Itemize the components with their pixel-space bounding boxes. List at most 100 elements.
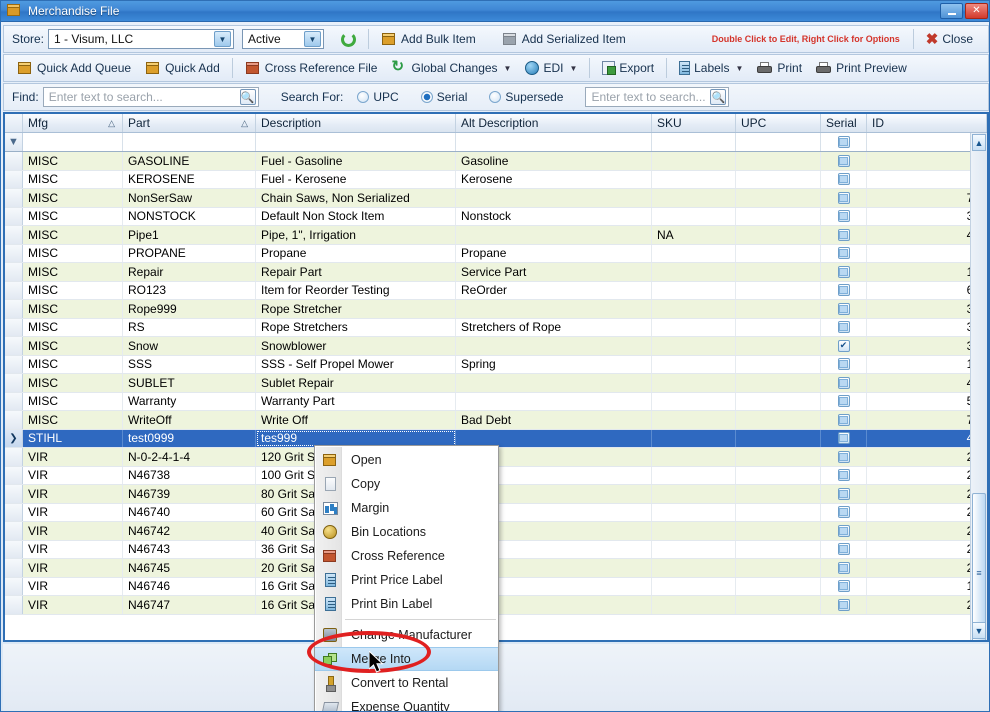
grid-filter-row[interactable]: ▼ (5, 133, 987, 152)
filter-cell-upc[interactable] (736, 133, 821, 151)
menu-item-merge-into[interactable]: Merge Into (315, 647, 498, 671)
serial-checkbox[interactable] (837, 191, 850, 204)
filter-cell-id[interactable] (867, 133, 987, 151)
cross-reference-file-button[interactable]: Cross Reference File (238, 57, 385, 79)
menu-item-print-price-label[interactable]: Print Price Label (315, 568, 498, 592)
chevron-down-icon[interactable]: ▼ (214, 31, 232, 47)
print-button[interactable]: Print (750, 57, 809, 79)
column-header-mfg[interactable]: Mfg △ (23, 114, 123, 132)
serial-checkbox[interactable] (837, 413, 850, 426)
serial-checkbox[interactable] (837, 228, 850, 241)
column-header-desc[interactable]: Description (256, 114, 456, 132)
serial-checkbox[interactable] (837, 487, 850, 500)
serial-checkbox[interactable] (837, 561, 850, 574)
table-row[interactable]: MISCSUBLETSublet Repair 47 (5, 374, 987, 393)
filter-cell-ser[interactable] (821, 133, 867, 151)
table-row[interactable]: MISCSnowSnowblower ✔ 30 (5, 337, 987, 356)
add-serialized-item-button[interactable]: Add Serialized Item (495, 28, 633, 50)
add-bulk-item-button[interactable]: Add Bulk Item (374, 28, 483, 50)
close-window-button[interactable]: ✕ (965, 3, 988, 19)
serial-checkbox[interactable] (837, 210, 850, 223)
global-changes-button[interactable]: Global Changes ▼ (384, 57, 518, 79)
table-row[interactable]: MISC RO123 Item for Reorder Testing ReOrder… (5, 281, 987, 300)
filter-cell-sku[interactable] (652, 133, 736, 151)
grid-vertical-scrollbar[interactable]: ▲ ≡ ▼ (970, 133, 987, 640)
serial-checkbox[interactable] (837, 432, 850, 445)
secondary-search-input[interactable]: Enter text to search... 🔍 (585, 87, 730, 107)
menu-item-expense-quantity[interactable]: Expense Quantity (315, 695, 498, 711)
menu-item-cross-reference[interactable]: Cross Reference (315, 544, 498, 568)
serial-checkbox[interactable] (837, 580, 850, 593)
refresh-button[interactable] (334, 28, 363, 50)
table-row[interactable]: MISC NONSTOCK Default Non Stock Item Nonsto… (5, 207, 987, 226)
table-row[interactable]: MISCNonSerSawChain Saws, Non Serialized 7… (5, 189, 987, 208)
serial-checkbox[interactable] (837, 469, 850, 482)
serial-checkbox[interactable] (837, 265, 850, 278)
radio-supersede[interactable]: Supersede (489, 90, 563, 104)
labels-button[interactable]: Labels ▼ (672, 57, 750, 79)
table-row[interactable]: MISCSSSSSS - Self Propel MowerSpring 15 (5, 355, 987, 374)
table-row[interactable]: MISCKEROSENEFuel - KeroseneKerosene 5 (5, 170, 987, 189)
export-button[interactable]: Export (595, 57, 661, 79)
serial-checkbox[interactable] (837, 321, 850, 334)
serial-checkbox[interactable] (837, 543, 850, 556)
table-row[interactable]: MISCWarrantyWarranty Part 50 (5, 392, 987, 411)
serial-checkbox[interactable] (837, 524, 850, 537)
column-header-upc[interactable]: UPC (736, 114, 821, 132)
menu-item-print-bin-label[interactable]: Print Bin Label (315, 592, 498, 616)
scrollbar-thumb[interactable]: ≡ (972, 493, 986, 640)
quick-add-queue-button[interactable]: Quick Add Queue (10, 57, 138, 79)
menu-item-bin-locations[interactable]: Bin Locations (315, 520, 498, 544)
filter-checkbox[interactable] (837, 136, 850, 148)
menu-item-copy[interactable]: Copy (315, 472, 498, 496)
filter-cell-mfg[interactable] (23, 133, 123, 151)
table-row[interactable]: MISCWriteOffWrite OffBad Debt 77 (5, 411, 987, 430)
table-row[interactable]: MISCPROPANEPropanePropane7 (5, 244, 987, 263)
search-icon[interactable]: 🔍 (239, 89, 256, 105)
serial-checkbox[interactable] (837, 154, 850, 167)
column-header-ser[interactable]: Serial (821, 114, 867, 132)
search-input[interactable]: Enter text to search... 🔍 (42, 87, 259, 107)
store-select[interactable]: 1 - Visum, LLC ▼ (48, 29, 235, 49)
table-row[interactable]: MISCRepairRepair PartService Part 16 (5, 263, 987, 282)
serial-checkbox[interactable] (837, 173, 850, 186)
serial-checkbox[interactable] (837, 376, 850, 389)
status-select[interactable]: Active ▼ (242, 29, 325, 49)
chevron-down-icon[interactable]: ▼ (304, 31, 322, 47)
quick-add-button[interactable]: Quick Add (138, 57, 227, 79)
close-button[interactable]: ✖ Close (919, 28, 980, 50)
column-header-part[interactable]: Part △ (123, 114, 256, 132)
print-preview-button[interactable]: Print Preview (809, 57, 914, 79)
column-header-id[interactable]: ID (867, 114, 987, 132)
serial-checkbox[interactable] (837, 284, 850, 297)
table-row[interactable]: MISCRSRope StretchersStretchers of Rope 3… (5, 318, 987, 337)
funnel-icon[interactable]: ▼ (8, 136, 19, 148)
serial-checkbox-checked[interactable]: ✔ (837, 339, 850, 352)
serial-checkbox[interactable] (837, 450, 850, 463)
serial-checkbox[interactable] (837, 302, 850, 315)
scroll-down-button[interactable]: ▼ (972, 622, 986, 639)
column-header-alt[interactable]: Alt Description (456, 114, 652, 132)
table-row[interactable]: MISCPipe1Pipe, 1", Irrigation NA 40 (5, 226, 987, 245)
column-header-sku[interactable]: SKU (652, 114, 736, 132)
scroll-up-button[interactable]: ▲ (972, 134, 986, 151)
serial-checkbox[interactable] (837, 395, 850, 408)
serial-checkbox[interactable] (837, 506, 850, 519)
minimize-button[interactable] (940, 3, 963, 19)
serial-checkbox[interactable] (837, 358, 850, 371)
table-row[interactable]: MISCRope999Rope Stretcher 38 (5, 300, 987, 319)
table-row[interactable]: MISCGASOLINEFuel - GasolineGasoline 4 (5, 152, 987, 171)
serial-checkbox[interactable] (837, 598, 850, 611)
serial-checkbox[interactable] (837, 247, 850, 260)
search-icon[interactable]: 🔍 (710, 89, 727, 105)
filter-toggle-cell[interactable]: ▼ (5, 133, 23, 151)
radio-serial[interactable]: Serial (420, 90, 467, 104)
menu-item-change-manufacturer[interactable]: Change Manufacturer (315, 623, 498, 647)
menu-item-margin[interactable]: Margin (315, 496, 498, 520)
radio-upc[interactable]: UPC (357, 90, 399, 104)
filter-cell-desc[interactable] (256, 133, 456, 151)
filter-cell-part[interactable] (123, 133, 256, 151)
menu-item-convert-to-rental[interactable]: Convert to Rental (315, 671, 498, 695)
edi-button[interactable]: EDI ▼ (518, 57, 584, 79)
menu-item-open[interactable]: Open (315, 448, 498, 472)
